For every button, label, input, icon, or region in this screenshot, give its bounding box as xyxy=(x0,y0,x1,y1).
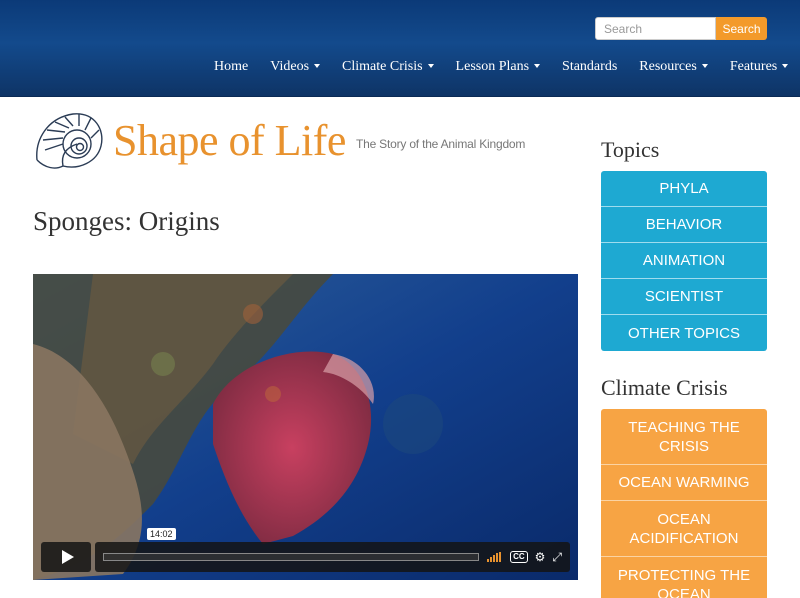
climate-heading: Climate Crisis xyxy=(601,375,728,400)
climate-list: TEACHING THE CRISIS OCEAN WARMING OCEAN … xyxy=(601,409,767,598)
play-icon xyxy=(61,550,74,564)
nav-resources-label: Resources xyxy=(639,59,697,74)
caret-down-icon xyxy=(427,63,434,68)
volume-icon[interactable] xyxy=(487,552,502,562)
climate-ocean-acidification[interactable]: OCEAN ACIDIFICATION xyxy=(601,501,767,557)
main-nav: Home Videos Climate Crisis Lesson Plans … xyxy=(203,58,799,76)
caret-down-icon xyxy=(314,63,321,68)
nav-lesson-plans-label: Lesson Plans xyxy=(455,59,530,74)
site-header: Search Home Videos Climate Crisis Lesson… xyxy=(0,0,800,97)
climate-teaching-the-crisis[interactable]: TEACHING THE CRISIS xyxy=(601,409,767,465)
search-button[interactable]: Search xyxy=(716,17,767,40)
nav-climate-crisis[interactable]: Climate Crisis xyxy=(331,58,445,76)
page-title: Sponges: Origins xyxy=(33,206,220,236)
site-logo[interactable]: Shape of Life The Story of the Animal Ki… xyxy=(33,110,525,172)
nav-features-label: Features xyxy=(729,59,778,74)
nav-videos[interactable]: Videos xyxy=(259,58,331,76)
fullscreen-icon[interactable]: ⤢ xyxy=(552,550,562,565)
progress-bar[interactable] xyxy=(103,553,480,561)
cc-icon[interactable]: CC xyxy=(510,551,528,563)
nav-videos-label: Videos xyxy=(270,59,310,74)
nav-resources[interactable]: Resources xyxy=(628,58,719,76)
topic-animation[interactable]: ANIMATION xyxy=(601,243,767,279)
nav-home[interactable]: Home xyxy=(203,58,259,76)
topic-other-topics[interactable]: OTHER TOPICS xyxy=(601,315,767,351)
nav-standards[interactable]: Standards xyxy=(551,58,628,76)
caret-down-icon xyxy=(534,63,541,68)
nav-features[interactable]: Features xyxy=(719,58,799,76)
nautilus-shell-icon xyxy=(36,113,103,169)
topics-heading: Topics xyxy=(601,137,660,162)
topics-list: PHYLA BEHAVIOR ANIMATION SCIENTIST OTHER… xyxy=(601,171,767,351)
settings-icon[interactable]: ⚙ xyxy=(535,550,546,564)
caret-down-icon xyxy=(782,63,789,68)
duration-badge: 14:02 xyxy=(147,528,176,540)
nav-standards-label: Standards xyxy=(562,59,618,74)
search-input[interactable] xyxy=(595,17,716,40)
nav-lesson-plans[interactable]: Lesson Plans xyxy=(445,58,552,76)
search-form: Search xyxy=(595,17,767,40)
nav-climate-crisis-label: Climate Crisis xyxy=(342,59,423,74)
play-button[interactable] xyxy=(41,542,91,572)
video-frame xyxy=(33,274,578,580)
topic-behavior[interactable]: BEHAVIOR xyxy=(601,207,767,243)
video-controls: 14:02 CC ⚙ ⤢ xyxy=(41,528,570,572)
climate-protecting-the-ocean[interactable]: PROTECTING THE OCEAN xyxy=(601,557,767,598)
logo-title: Shape of Life xyxy=(113,116,346,165)
topic-phyla[interactable]: PHYLA xyxy=(601,171,767,207)
video-player[interactable]: 14:02 CC ⚙ ⤢ xyxy=(33,274,578,580)
caret-down-icon xyxy=(701,63,708,68)
climate-ocean-warming[interactable]: OCEAN WARMING xyxy=(601,465,767,501)
topic-scientist[interactable]: SCIENTIST xyxy=(601,279,767,315)
control-bar: 14:02 CC ⚙ ⤢ xyxy=(95,528,570,572)
logo-tagline: The Story of the Animal Kingdom xyxy=(355,137,526,151)
nav-home-label: Home xyxy=(214,59,249,74)
